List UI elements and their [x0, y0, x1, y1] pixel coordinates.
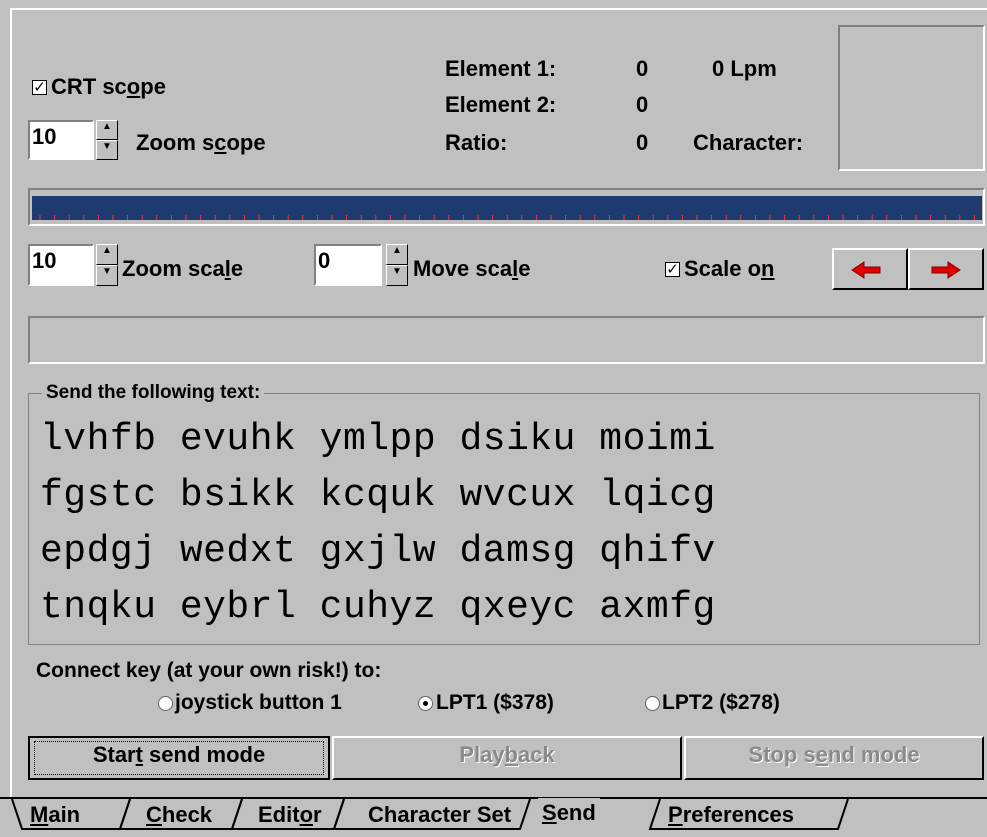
radio-lpt1[interactable]	[418, 696, 433, 711]
send-text-line: lvhfb evuhk ymlpp dsiku moimi	[40, 418, 716, 461]
zoom-scope-label: Zoom scope	[136, 130, 266, 155]
tab-editor[interactable]: Editor	[258, 800, 322, 832]
tab-check[interactable]: Check	[146, 800, 212, 832]
radio-joystick-label[interactable]: joystick button 1	[175, 690, 342, 716]
zoom-scope-down-icon[interactable]: ▼	[96, 140, 118, 160]
send-text-line: fgstc bsikk kcquk wvcux lqicg	[40, 474, 716, 517]
scale-on-label[interactable]: Scale on	[684, 256, 775, 282]
tab-preferences[interactable]: Preferences	[668, 800, 794, 832]
status-panel	[28, 316, 985, 364]
tab-main[interactable]: Main	[30, 800, 80, 832]
radio-lpt2[interactable]	[645, 696, 660, 711]
zoom-scope-up-icon[interactable]: ▲	[96, 120, 118, 140]
arrow-right-icon	[931, 261, 961, 279]
scale-on-checkbox[interactable]: ✓	[665, 262, 680, 277]
tab-character-set[interactable]: Character Set	[368, 800, 511, 832]
zoom-scale-input[interactable]: 10	[28, 244, 94, 286]
send-text-title: Send the following text:	[42, 381, 265, 405]
move-scale-up-icon[interactable]: ▲	[386, 244, 408, 265]
connect-key-label: Connect key (at your own risk!) to:	[36, 659, 382, 682]
tab-send[interactable]: Send	[538, 798, 600, 830]
move-scale-input[interactable]: 0	[314, 244, 382, 286]
ratio-label: Ratio:	[445, 130, 508, 155]
scroll-right-button[interactable]	[908, 248, 984, 290]
start-send-mode-button[interactable]: Start send mode	[28, 736, 330, 780]
character-label: Character:	[693, 130, 804, 155]
zoom-scale-down-icon[interactable]: ▼	[96, 265, 118, 286]
zoom-scale-up-icon[interactable]: ▲	[96, 244, 118, 265]
send-text-line: epdgj wedxt gxjlw damsg qhifv	[40, 530, 716, 573]
scroll-left-button[interactable]	[832, 248, 908, 290]
element1-value: 0	[636, 56, 649, 81]
lpm-value: 0 Lpm	[712, 56, 777, 81]
character-display	[838, 25, 985, 171]
move-scale-down-icon[interactable]: ▼	[386, 265, 408, 286]
playback-button[interactable]: Playback	[332, 736, 682, 780]
radio-lpt2-label[interactable]: LPT2 ($278)	[662, 690, 780, 716]
move-scale-label: Move scale	[413, 256, 531, 281]
element1-label: Element 1:	[445, 56, 557, 81]
stop-send-mode-button[interactable]: Stop send mode	[684, 736, 984, 780]
crt-scope-label[interactable]: CRT scope	[51, 74, 166, 100]
send-text-line: tnqku eybrl cuhyz qxeyc axmfg	[40, 586, 716, 629]
element2-label: Element 2:	[445, 92, 557, 117]
radio-joystick[interactable]	[158, 696, 173, 711]
scope-bar	[32, 196, 982, 220]
element2-value: 0	[636, 92, 649, 117]
arrow-left-icon	[851, 261, 881, 279]
ratio-value: 0	[636, 130, 649, 155]
radio-lpt1-label[interactable]: LPT1 ($378)	[436, 690, 554, 716]
scope-panel	[28, 188, 985, 226]
zoom-scope-input[interactable]: 10	[28, 120, 94, 160]
zoom-scale-label: Zoom scale	[122, 256, 244, 281]
crt-scope-checkbox[interactable]: ✓	[32, 80, 47, 95]
